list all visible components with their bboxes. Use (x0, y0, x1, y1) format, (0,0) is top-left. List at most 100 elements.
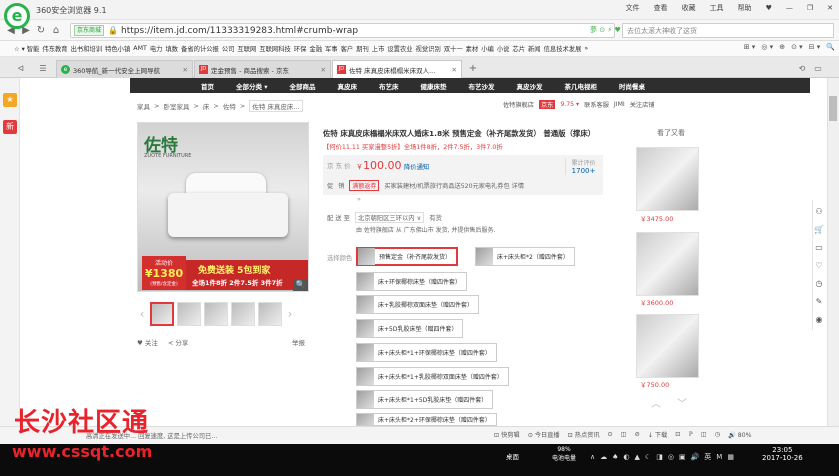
favorites-star-icon[interactable]: ★ (3, 93, 17, 107)
menu-file[interactable]: 文件 (624, 3, 642, 13)
tray-icon[interactable]: ▲ (635, 453, 640, 461)
tray-icon[interactable]: ◎ (668, 453, 674, 461)
maximize-button[interactable]: ❐ (805, 4, 815, 12)
nav-item-leather-bed[interactable]: 真皮床 (327, 81, 369, 91)
status-icon[interactable]: ◫ (701, 431, 707, 438)
minimize-button[interactable]: — (784, 4, 795, 12)
status-icon[interactable]: ⊡ (675, 431, 680, 438)
im-icon[interactable]: 京东 (538, 100, 556, 109)
tab-menu-icon[interactable]: ☰ (36, 62, 50, 76)
bookmark-item[interactable]: 视觉识别 (416, 44, 441, 53)
news-icon[interactable]: 新 (3, 120, 17, 134)
bookmark-item[interactable]: 金融 (309, 44, 322, 53)
crumb-bedroom[interactable]: 卧室家具 (163, 101, 189, 111)
menu-favorites[interactable]: 收藏 (680, 3, 698, 13)
bookmark-more[interactable]: » (584, 45, 588, 52)
tray-icon[interactable]: ☁ (600, 453, 607, 461)
nav-item-dining-table[interactable]: 时尚餐桌 (608, 81, 656, 91)
clock[interactable]: 23:05 2017-10-26 (762, 446, 803, 462)
tab-close-icon[interactable]: ✕ (321, 66, 326, 74)
tray-expand-icon[interactable]: ∧ (590, 453, 595, 461)
promo-text-link[interactable]: 买家装建材/机票旅行商品送520元家电礼券包 详情 (384, 181, 524, 190)
menu-view[interactable]: 查看 (652, 3, 670, 13)
tab-360-navigation[interactable]: e 360导航_新一代安全上网导航 ✕ (56, 60, 193, 78)
tray-icon[interactable]: ♠ (612, 453, 618, 461)
nav-item-leather-sofa[interactable]: 真皮沙发 (506, 81, 554, 91)
bookmark-item[interactable]: 伟东教育 (42, 44, 67, 53)
shop-name[interactable]: 佐特旗舰店 (503, 100, 534, 109)
follow-product-link[interactable]: ♥ 关注 (137, 337, 158, 347)
tab-jd-search[interactable]: JD 定金预售 - 商品搜索 - 京东 ✕ (194, 60, 331, 78)
live-link[interactable]: ⊙ 今日直播 (528, 430, 560, 439)
shield-icon[interactable]: ⊕ (779, 43, 785, 51)
bookmark-item[interactable]: 特色小镇 (105, 44, 130, 53)
user-icon[interactable]: ⚇ (812, 205, 826, 219)
download-link[interactable]: ↓ 下载 (648, 430, 668, 439)
status-icon[interactable]: ℙ (688, 431, 692, 438)
option-bed-2-nightstands-eco[interactable]: 床+床头柜*2+环保椰棕床垫（赠四件套） (356, 413, 497, 426)
also-viewed-image[interactable] (636, 232, 699, 296)
option-bed-latex-coir-mattress[interactable]: 床+乳胶椰棕双面床垫（赠四件套） (356, 295, 480, 314)
thumbnail[interactable] (204, 302, 228, 326)
also-viewed-up-arrow-icon[interactable]: ︿ (651, 395, 661, 410)
tray-icon[interactable]: ◨ (656, 453, 663, 461)
tray-icon[interactable]: ▣ (679, 453, 686, 461)
status-icon[interactable]: ⊘ (635, 431, 640, 438)
thumbnail[interactable] (231, 302, 255, 326)
vertical-scrollbar[interactable] (827, 78, 839, 426)
menu-tools[interactable]: 工具 (708, 3, 726, 13)
desktop-label[interactable]: 桌面 (506, 451, 519, 461)
bookmark-item[interactable]: 小编 (481, 44, 494, 53)
address-bar[interactable]: 京东商城 🔒 https://item.jd.com/11333319283.h… (70, 23, 615, 38)
window-icon[interactable]: ⊟ ▾ (809, 43, 821, 51)
bookmark-item[interactable]: 芯片 (512, 44, 525, 53)
follow-shop-link[interactable]: 关注店铺 (630, 100, 655, 109)
history-icon[interactable]: ⊙ ▾ (791, 43, 803, 51)
battery-indicator[interactable]: 98% 电池电量 (552, 446, 576, 462)
crumb-bed[interactable]: 床 (203, 101, 210, 111)
wishlist-icon[interactable]: ♡ (812, 259, 826, 273)
tab-overview-icon[interactable]: ▭ (811, 62, 825, 76)
also-viewed-image[interactable] (636, 147, 699, 211)
nav-item-home[interactable]: 首页 (190, 81, 225, 91)
report-link[interactable]: 举报 (292, 337, 305, 347)
home-button[interactable]: ⌂ (49, 24, 63, 38)
search-icon[interactable]: 🔍 (826, 43, 835, 51)
address-tools-icons[interactable]: 夢 ⊙ ⚡ ♥ (590, 25, 621, 35)
nav-item-fabric-sofa[interactable]: 布艺沙发 (458, 81, 506, 91)
main-product-image[interactable]: 佐特 ZUOTE FURNITURE 活动价 ¥1380 (预售/含定金) 免费… (137, 122, 309, 292)
refresh-button[interactable]: ↻ (34, 24, 48, 38)
price-drop-notice-link[interactable]: 降价通知 (404, 162, 429, 171)
history-icon[interactable]: ◷ (812, 277, 826, 291)
nav-item-all-products[interactable]: 全部商品 (279, 81, 327, 91)
option-bed-1-nightstand-eco[interactable]: 床+床头柜*1+环保椰棕床垫（赠四件套） (356, 343, 497, 362)
hot-news-link[interactable]: ⊡ 热点资讯 (568, 430, 600, 439)
bookmark-item[interactable]: 设置农业 (387, 44, 412, 53)
quick-edit-link[interactable]: ⊡ 快剪辑 (494, 430, 520, 439)
cart-icon[interactable]: 🛒 (812, 223, 826, 237)
skin-icon[interactable]: ♥ (764, 4, 774, 12)
tab-close-icon[interactable]: ✕ (183, 66, 188, 74)
more-promotions-arrow-icon[interactable]: » (357, 195, 361, 203)
top-icon[interactable]: ◉ (812, 313, 826, 327)
jimi-link[interactable]: JIMI (614, 101, 625, 108)
status-icon[interactable]: ◫ (621, 431, 627, 438)
bookmark-item[interactable]: 互联网科技 (259, 44, 290, 53)
option-bed-5d-latex[interactable]: 床+5D乳胶床垫（赠四件套） (356, 319, 464, 338)
option-bed-2-nightstands[interactable]: 床+床头柜*2（赠四件套） (475, 247, 575, 266)
bookmark-item[interactable]: 公司 (222, 44, 235, 53)
restore-tabs-icon[interactable]: ⟲ (795, 62, 809, 76)
shop-score[interactable]: 9.75 ▾ (560, 101, 579, 108)
bookmark-item[interactable]: 新闻 (528, 44, 541, 53)
thumbnail[interactable] (150, 302, 174, 326)
delivery-location-select[interactable]: 北京朝阳区三环以内 ∨ (354, 212, 425, 223)
thumbnail[interactable] (177, 302, 201, 326)
orders-icon[interactable]: ▭ (812, 241, 826, 255)
bookmark-item[interactable]: 互联网 (237, 44, 256, 53)
volume-icon[interactable]: 🔊 (691, 453, 700, 461)
bookmark-item[interactable]: 双十一 (444, 44, 463, 53)
nav-item-tea-table[interactable]: 茶几电视柜 (554, 81, 609, 91)
bookmark-item[interactable]: 电力 (150, 44, 163, 53)
bookmark-item[interactable]: 环保 (294, 44, 307, 53)
also-viewed-image[interactable] (636, 314, 699, 378)
